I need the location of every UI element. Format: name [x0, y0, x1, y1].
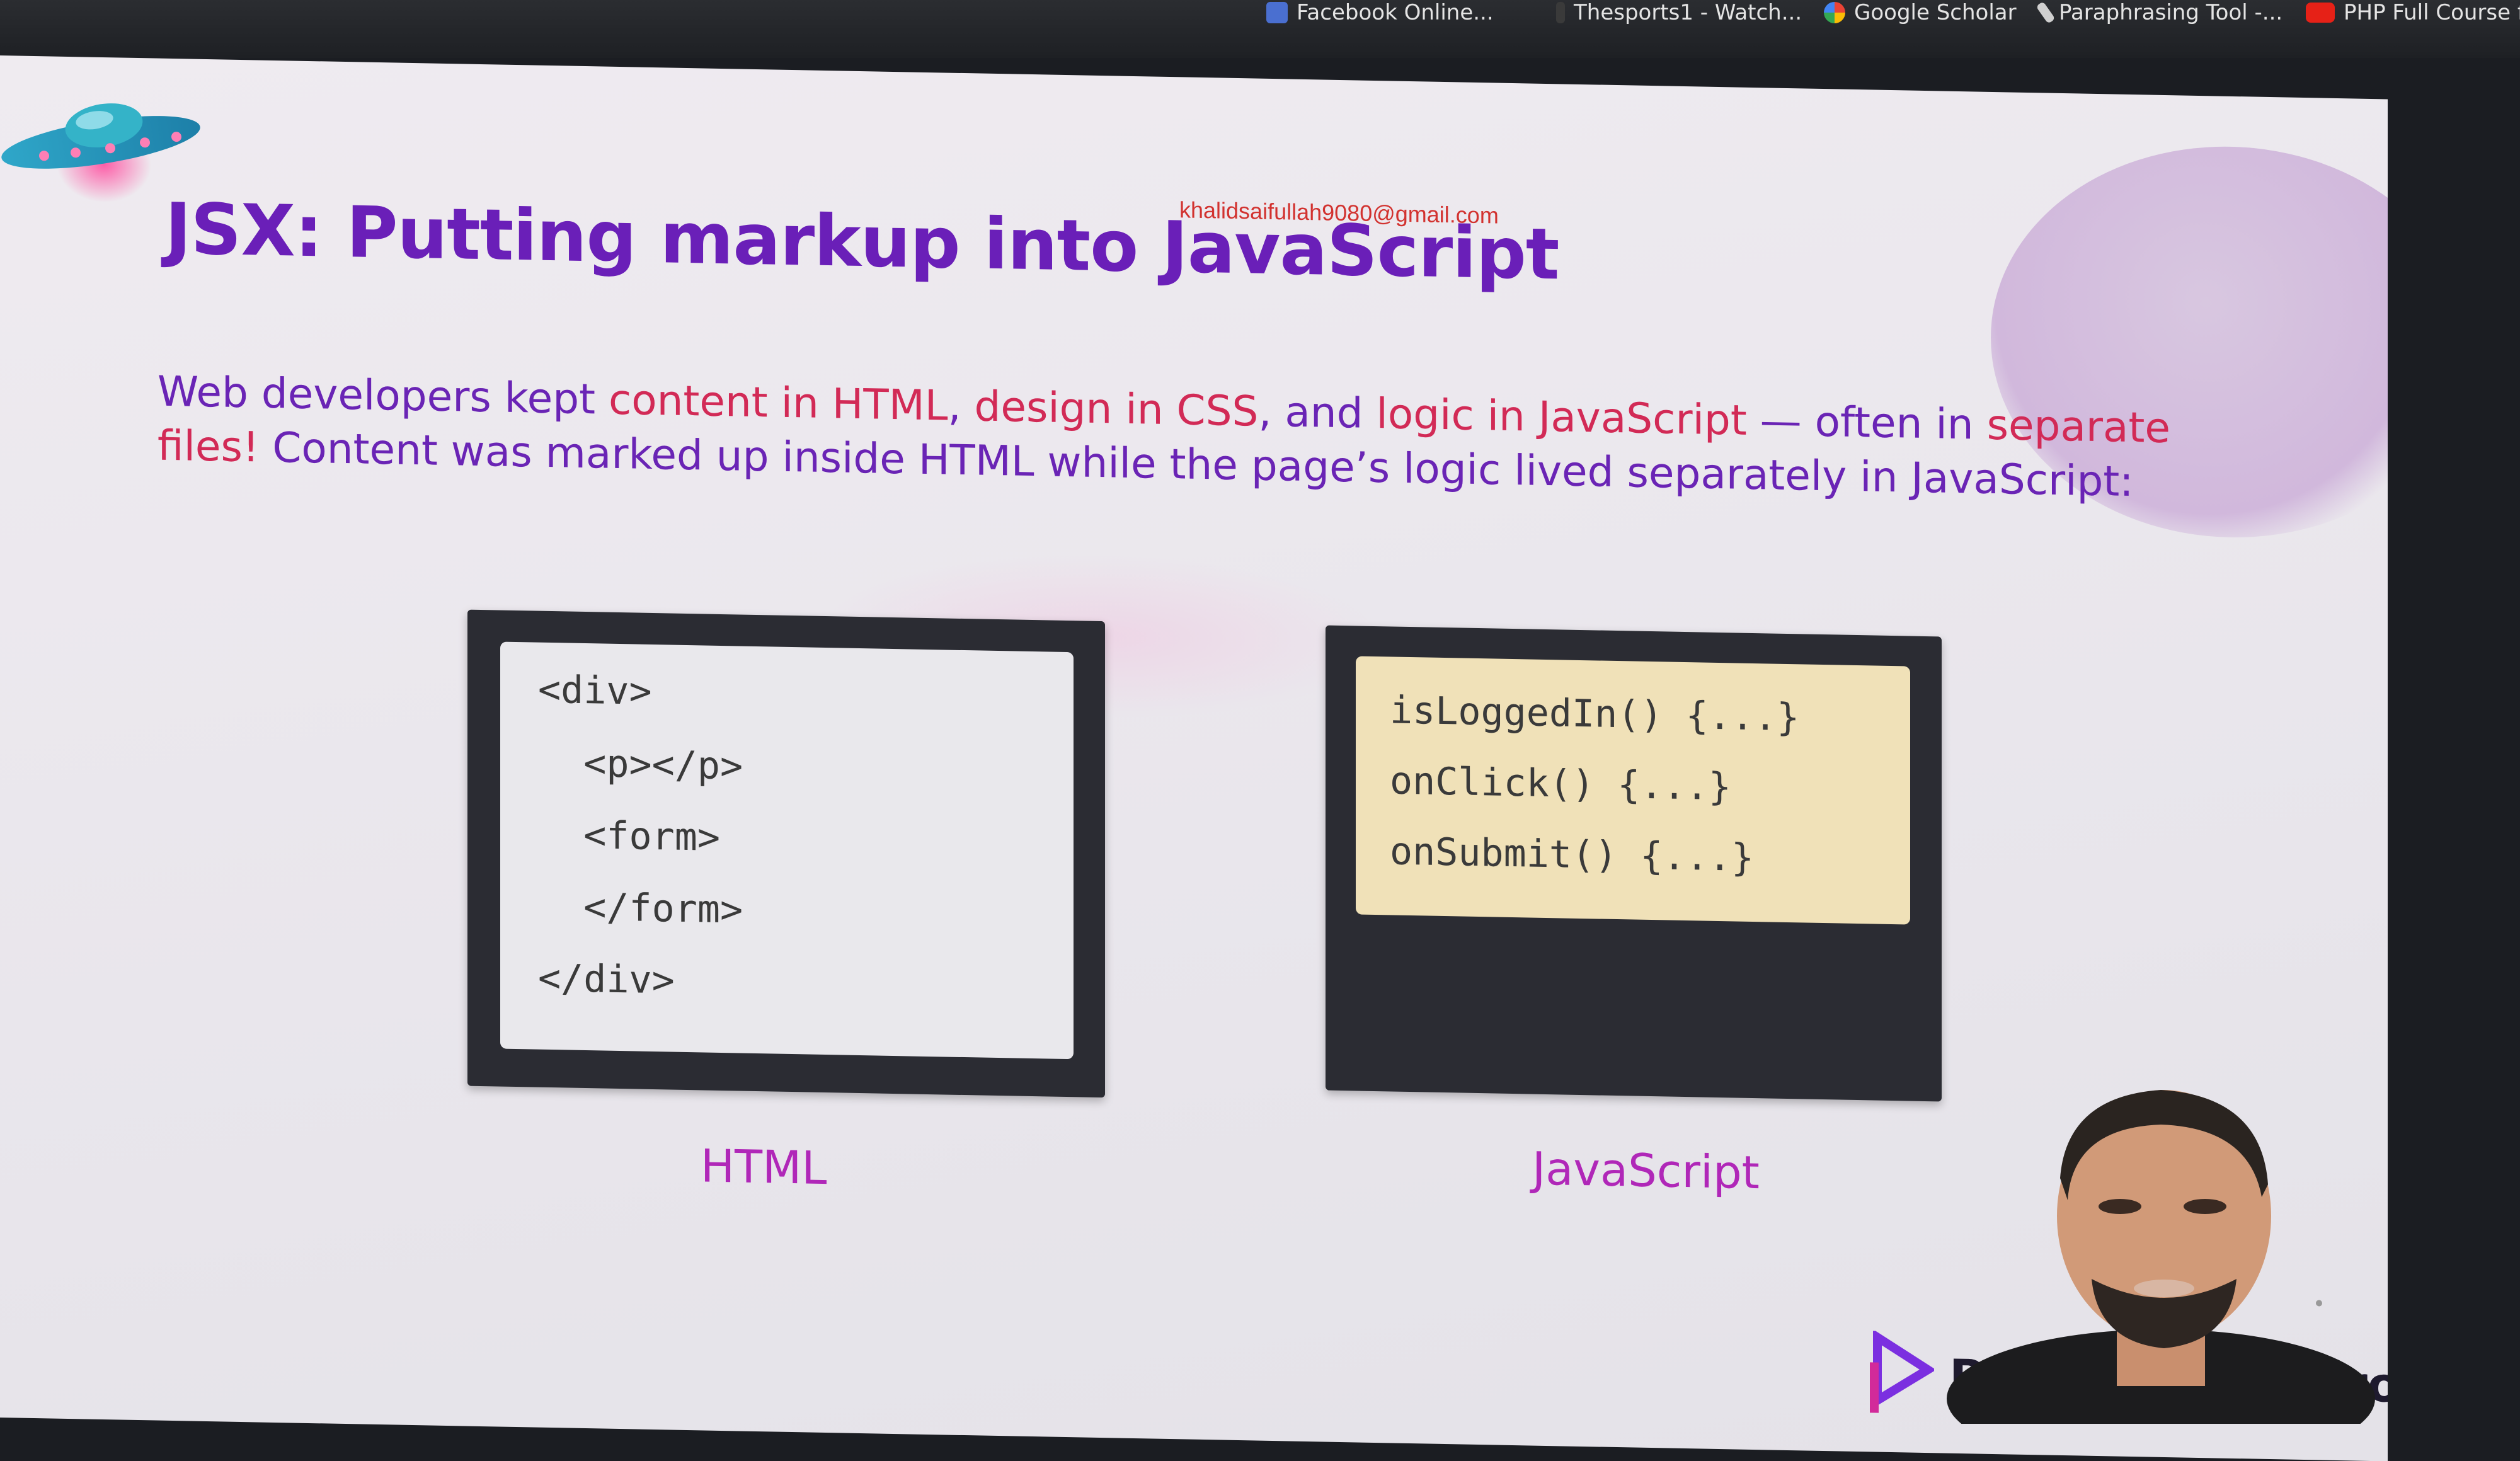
youtube-icon — [2306, 3, 2335, 23]
bookmark-item[interactable]: Google Scholar — [1824, 0, 2017, 25]
body-highlight: files! — [158, 421, 260, 472]
code-line: <p></p> — [538, 740, 743, 789]
bookmark-icon — [1556, 2, 1565, 23]
javascript-caption: JavaScript — [1532, 1142, 1760, 1200]
bookmark-label: Thesports1 - Watch... — [1574, 0, 1802, 25]
code-line: onClick() {...} — [1390, 759, 1731, 810]
bookmark-item[interactable]: Facebook Online... — [1266, 0, 1494, 25]
bookmark-label: PHP Full Course fo — [2344, 0, 2520, 25]
bookmark-item[interactable]: Thesports1 - Watch... — [1556, 0, 1802, 25]
html-code-box: <div> <p></p> <form> </form> </div> — [467, 609, 1105, 1098]
body-highlight: logic in JavaScript — [1376, 389, 1747, 445]
js-code-box: isLoggedIn() {...} onClick() {...} onSub… — [1326, 625, 1942, 1102]
code-line: <form> — [538, 812, 720, 860]
bookmark-icon — [1266, 2, 1288, 23]
bookmark-label: Paraphrasing Tool -... — [2059, 0, 2283, 25]
code-line: </form> — [538, 884, 743, 932]
body-text-segment: Web developers kept — [158, 367, 609, 424]
body-text-segment: , — [948, 381, 975, 431]
bookmark-label: Facebook Online... — [1297, 0, 1494, 25]
code-line: <div> — [538, 667, 652, 714]
code-line: isLoggedIn() {...} — [1390, 688, 1800, 740]
body-highlight: design in CSS — [974, 382, 1259, 436]
bookmark-label: Google Scholar — [1854, 0, 2017, 25]
body-text-segment: , and — [1258, 387, 1377, 438]
bookmark-item[interactable]: PHP Full Course fo — [2306, 0, 2520, 25]
bookmark-item[interactable]: Paraphrasing Tool -... — [2036, 0, 2283, 25]
play-logo-icon — [1870, 1331, 1934, 1413]
presenter-webcam — [1947, 1090, 2375, 1424]
google-icon — [1824, 2, 1845, 23]
body-highlight: content in HTML — [608, 375, 948, 430]
slide-body-text: Web developers kept content in HTML, des… — [158, 365, 2300, 512]
body-text-segment: — often in — [1746, 396, 1987, 449]
js-code-panel: isLoggedIn() {...} onClick() {...} onSub… — [1356, 656, 1910, 925]
code-line: </div> — [538, 956, 675, 1003]
body-highlight: separate — [1986, 400, 2170, 453]
bookmarks-bar: Facebook Online... Thesports1 - Watch...… — [0, 0, 2520, 58]
html-code-panel: <div> <p></p> <form> </form> </div> — [500, 641, 1074, 1060]
html-caption: HTML — [701, 1139, 827, 1195]
code-line: onSubmit() {...} — [1390, 829, 1754, 881]
pen-icon — [2036, 1, 2056, 24]
